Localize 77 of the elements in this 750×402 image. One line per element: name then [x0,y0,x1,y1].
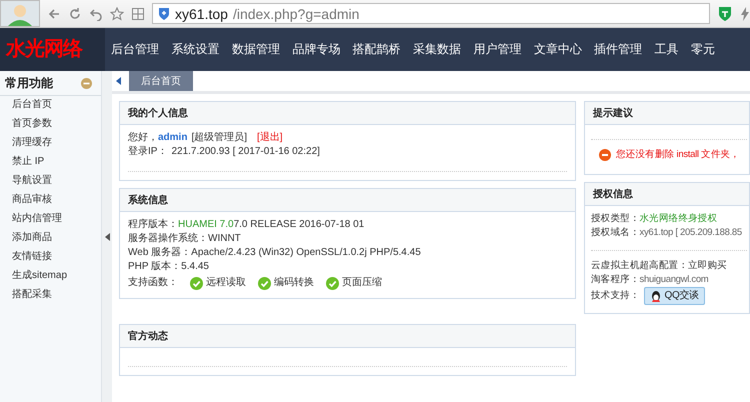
logo-text: 水光网络 [0,28,105,71]
star-icon[interactable] [110,6,124,20]
field-label: 授权类型： [591,212,640,226]
greeting-text: 您好， [128,131,158,145]
qq-chat-button[interactable]: QQ交谈 [644,287,705,305]
sidebar-link[interactable]: 导航设置 [0,172,101,191]
sidebar-link[interactable]: 禁止 IP [0,153,101,172]
collapse-arrow-icon[interactable] [104,232,110,240]
logout-link[interactable]: [退出] [257,131,283,145]
field-value: 7.0 RELEASE 2016-07-18 01 [234,218,364,232]
avatar-icon[interactable] [0,0,40,27]
sidebar-link[interactable]: 首页参数 [0,115,101,134]
nav-menu-item[interactable]: 文章中心 [528,41,588,58]
shield-icon [158,7,170,20]
lightning-icon[interactable] [740,6,750,20]
url-domain: xy61.top [175,6,228,22]
panel-title: 系统信息 [120,189,575,212]
warning-text: 您还没有删除 install 文件夹， [616,148,740,162]
buy-link[interactable]: 立即购买 [688,259,727,273]
nav-menu-item[interactable]: 采集数据 [406,41,468,58]
sidebar-link[interactable]: 搭配采集 [0,286,101,305]
nav-menu-item[interactable]: 品牌专场 [286,41,346,58]
sidebar-title: 常用功能 [5,75,53,92]
field-label: 淘客程序： [591,273,640,287]
username-link[interactable]: admin [158,131,188,145]
field-value: WINNT [208,232,241,246]
field-label: 程序版本： [128,218,178,232]
undo-icon[interactable] [89,6,103,20]
url-path: /index.php?g=admin [232,6,360,22]
shield-icon[interactable] [717,6,733,22]
feature-label: 远程读取 [206,276,246,290]
field-value: Apache/2.4.23 (Win32) OpenSSL/1.0.2j PHP/5.4.45 [191,246,421,260]
nav-menu-item[interactable]: 系统设置 [165,41,226,58]
address-bar[interactable]: xy61.top /index.php?g=admin [152,3,710,24]
nav-menu-item[interactable]: 数据管理 [226,41,286,58]
panel-title: 授权信息 [585,183,749,206]
field-value: xy61.top [ 205.209.188.85 [640,226,742,240]
website-link[interactable]: shuiguangwl.com [640,273,708,287]
field-label: 支持函数： [128,276,178,290]
field-value: 221.7.200.93 [ 2017-01-16 02:22] [171,145,320,159]
tab[interactable]: 后台首页 [129,71,193,91]
sidebar-link[interactable]: 添加商品 [0,229,101,248]
field-label: 授权域名： [591,226,640,240]
role-text: [超级管理员] [191,131,248,145]
panel-title: 提示建议 [585,102,749,125]
nav-menu-item[interactable]: 插件管理 [588,41,648,58]
back-icon[interactable] [47,6,61,20]
feature-label: 编码转换 [274,276,314,290]
nav-menu-item[interactable]: 后台管理 [105,41,166,58]
collapse-icon[interactable] [81,78,92,89]
field-label: 云虚拟主机超高配置： [591,259,688,273]
field-value: 水光网络终身授权 [640,212,718,226]
sidebar-link[interactable]: 友情链接 [0,248,101,267]
grid-icon[interactable] [131,6,145,20]
nav-menu-item[interactable]: 搭配鹊桥 [346,41,407,58]
nav-menu-item[interactable]: 零元 [684,41,722,58]
sidebar-link[interactable]: 生成sitemap [0,267,101,286]
field-value: 5.4.45 [181,260,209,274]
field-label: 服务器操作系统： [128,232,208,246]
sidebar-link[interactable]: 后台首页 [0,96,101,115]
reload-icon[interactable] [68,6,82,20]
minus-circle-icon [599,149,611,161]
field-label: 技术支持： [591,289,640,303]
panel-title: 官方动态 [120,325,575,348]
sidebar-link[interactable]: 商品审核 [0,191,101,210]
left-arrow-icon[interactable] [116,77,121,85]
panel-title: 我的个人信息 [120,102,575,125]
sidebar-link[interactable]: 站内信管理 [0,210,101,229]
version-name: HUAMEI 7.0 [178,218,234,232]
nav-menu-item[interactable]: 工具 [648,41,685,58]
sidebar-link[interactable]: 清理缓存 [0,134,101,153]
feature-label: 页面压缩 [342,276,382,290]
nav-menu-item[interactable]: 用户管理 [467,41,528,58]
field-label: 登录IP： [128,145,168,159]
field-label: Web 服务器： [128,246,192,260]
field-label: PHP 版本： [128,260,182,274]
penguin-icon [650,290,662,302]
